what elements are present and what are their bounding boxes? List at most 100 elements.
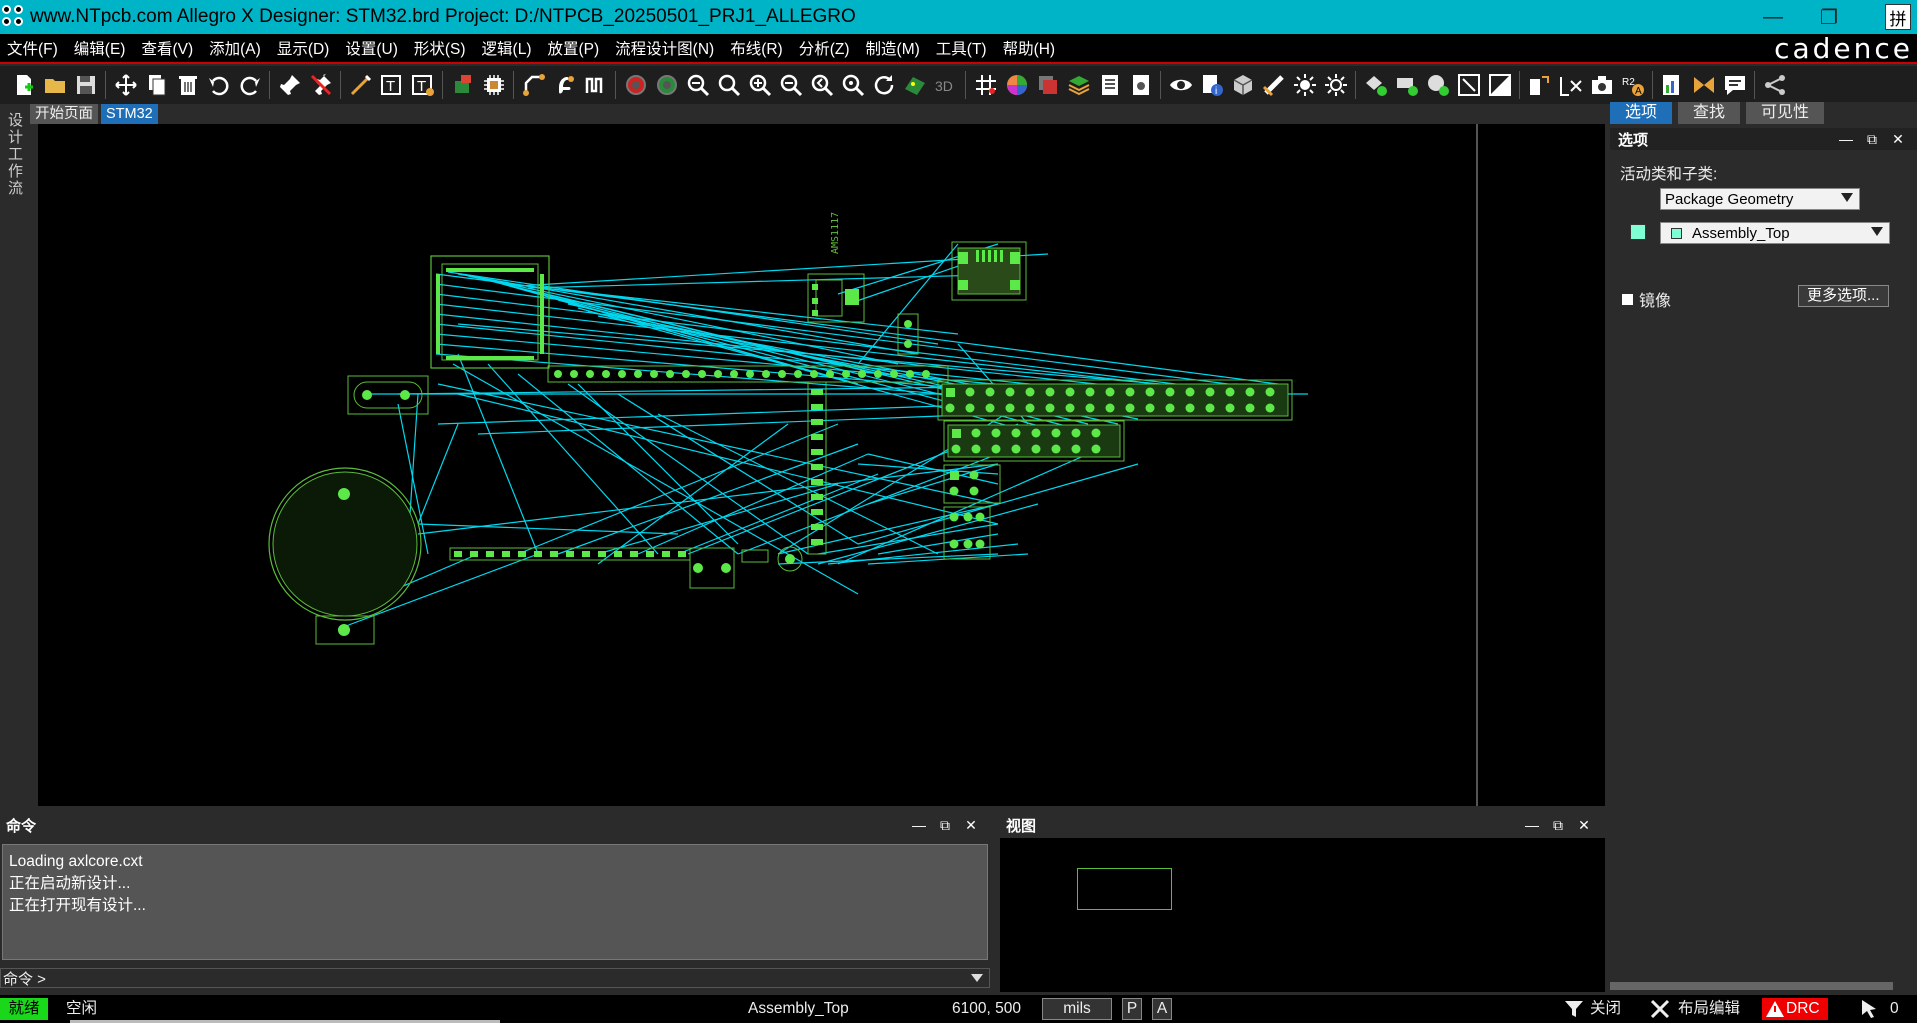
- frame-icon[interactable]: [1456, 72, 1482, 98]
- layers-icon[interactable]: [1035, 72, 1061, 98]
- ime-indicator[interactable]: 拼: [1885, 4, 1911, 30]
- class-select[interactable]: Package Geometry: [1660, 188, 1860, 210]
- menu-analyze[interactable]: 分析(Z): [791, 37, 858, 59]
- minimize-button[interactable]: —: [1745, 0, 1801, 34]
- status-drc[interactable]: DRC: [1762, 998, 1828, 1020]
- panel-close-icon[interactable]: ✕: [958, 817, 984, 834]
- save-icon[interactable]: [73, 72, 99, 98]
- share-icon[interactable]: [1762, 72, 1788, 98]
- connect-icon[interactable]: [521, 72, 547, 98]
- menu-view[interactable]: 查看(V): [133, 37, 201, 59]
- menu-file[interactable]: 文件(F): [0, 37, 66, 59]
- package-icon[interactable]: [1230, 72, 1256, 98]
- report-icon[interactable]: [1097, 72, 1123, 98]
- add-rect-icon[interactable]: [1394, 72, 1420, 98]
- zoom-fit-icon[interactable]: [685, 72, 711, 98]
- allegro-app-icon[interactable]: [2, 4, 28, 30]
- comment-icon[interactable]: [1722, 72, 1748, 98]
- pin-icon[interactable]: [277, 72, 303, 98]
- tab-stm32[interactable]: STM32: [101, 104, 158, 124]
- visibility-icon[interactable]: [1168, 72, 1194, 98]
- menu-display[interactable]: 显示(D): [269, 37, 338, 59]
- panel-close-icon[interactable]: ✕: [1885, 131, 1911, 148]
- panel-minimize-icon[interactable]: —: [1833, 131, 1859, 147]
- panel-close-icon[interactable]: ✕: [1571, 817, 1597, 834]
- menu-add[interactable]: 添加(A): [201, 37, 269, 59]
- camera-icon[interactable]: [1589, 72, 1615, 98]
- chip-icon[interactable]: [481, 72, 507, 98]
- panel-minimize-icon[interactable]: —: [1519, 817, 1545, 833]
- zoom-out-icon[interactable]: [778, 72, 804, 98]
- zoom-center-icon[interactable]: [840, 72, 866, 98]
- tab-visibility[interactable]: 可见性: [1746, 102, 1825, 124]
- add-circle-icon[interactable]: [1425, 72, 1451, 98]
- status-mode[interactable]: 布局编辑: [1678, 998, 1740, 1020]
- world-view-canvas[interactable]: [1000, 838, 1605, 992]
- status-p-button[interactable]: P: [1122, 998, 1142, 1020]
- restore-button[interactable]: ❐: [1801, 0, 1857, 34]
- menu-manufacture[interactable]: 制造(M): [858, 37, 928, 59]
- copy-icon[interactable]: [144, 72, 170, 98]
- status-a-button[interactable]: A: [1152, 998, 1172, 1020]
- menu-help[interactable]: 帮助(H): [995, 37, 1064, 59]
- zoom-in-icon[interactable]: [747, 72, 773, 98]
- design-workflow-tab[interactable]: 设计工作流: [4, 112, 25, 197]
- constraint-icon[interactable]: [1660, 72, 1686, 98]
- color-icon[interactable]: [1004, 72, 1030, 98]
- 3d-view-icon[interactable]: 3D: [933, 72, 959, 98]
- redo-icon[interactable]: [237, 72, 263, 98]
- shape-icon[interactable]: [623, 72, 649, 98]
- tab-find[interactable]: 查找: [1678, 102, 1741, 124]
- status-units[interactable]: mils: [1042, 998, 1112, 1020]
- chevron-down-icon[interactable]: [971, 974, 983, 982]
- mirror-checkbox[interactable]: 镜像: [1622, 287, 1671, 311]
- dim-light-icon[interactable]: [1323, 72, 1349, 98]
- delay-tune-icon[interactable]: [583, 72, 609, 98]
- menu-flow-plan[interactable]: 流程设计图(N): [607, 37, 722, 59]
- open-folder-icon[interactable]: [42, 72, 68, 98]
- add-line-icon[interactable]: [348, 72, 374, 98]
- subclass-select[interactable]: Assembly_Top: [1660, 222, 1890, 244]
- redraw-icon[interactable]: [871, 72, 897, 98]
- settings-icon[interactable]: [1128, 72, 1154, 98]
- design-canvas[interactable]: AMS1117: [38, 124, 1605, 806]
- grid-icon[interactable]: [973, 72, 999, 98]
- subclass-color-swatch[interactable]: [1630, 224, 1646, 240]
- fill-icon[interactable]: [1487, 72, 1513, 98]
- menu-logic[interactable]: 逻辑(L): [474, 37, 540, 59]
- panel-float-icon[interactable]: ⧉: [1859, 131, 1885, 148]
- options-scrollbar[interactable]: [1610, 982, 1893, 990]
- panel-float-icon[interactable]: ⧉: [1545, 817, 1571, 834]
- filter-icon[interactable]: [1564, 998, 1584, 1020]
- add-text-icon[interactable]: T: [379, 72, 405, 98]
- delete-icon[interactable]: [175, 72, 201, 98]
- light-icon[interactable]: [1292, 72, 1318, 98]
- menu-edit[interactable]: 编辑(E): [66, 37, 134, 59]
- info-icon[interactable]: i: [1199, 72, 1225, 98]
- status-filter-label[interactable]: 关闭: [1590, 998, 1621, 1020]
- undo-icon[interactable]: [206, 72, 232, 98]
- unpin-icon[interactable]: [308, 72, 334, 98]
- tab-options[interactable]: 选项: [1610, 102, 1673, 124]
- r2a-icon[interactable]: R2 A: [1620, 72, 1646, 98]
- slide-icon[interactable]: [552, 72, 578, 98]
- menu-shape[interactable]: 形状(S): [406, 37, 474, 59]
- panel-minimize-icon[interactable]: —: [906, 817, 932, 833]
- highlight-icon[interactable]: [1261, 72, 1287, 98]
- command-input[interactable]: 命令 >: [0, 968, 990, 988]
- menu-setup[interactable]: 设置(U): [337, 37, 406, 59]
- menu-route[interactable]: 布线(R): [722, 37, 791, 59]
- team-design-icon[interactable]: [1691, 72, 1717, 98]
- panel-float-icon[interactable]: ⧉: [932, 817, 958, 834]
- stackup-icon[interactable]: [1066, 72, 1092, 98]
- tools-icon[interactable]: [1650, 998, 1670, 1020]
- tab-start-page[interactable]: 开始页面: [30, 104, 98, 124]
- zoom-window-icon[interactable]: [716, 72, 742, 98]
- place-component-icon[interactable]: [450, 72, 476, 98]
- edit-text-icon[interactable]: T: [410, 72, 436, 98]
- new-file-icon[interactable]: [11, 72, 37, 98]
- zoom-previous-icon[interactable]: [809, 72, 835, 98]
- 3d-board-icon[interactable]: [902, 72, 928, 98]
- checkbox-box[interactable]: [1622, 293, 1633, 305]
- swap-pins-icon[interactable]: [1558, 72, 1584, 98]
